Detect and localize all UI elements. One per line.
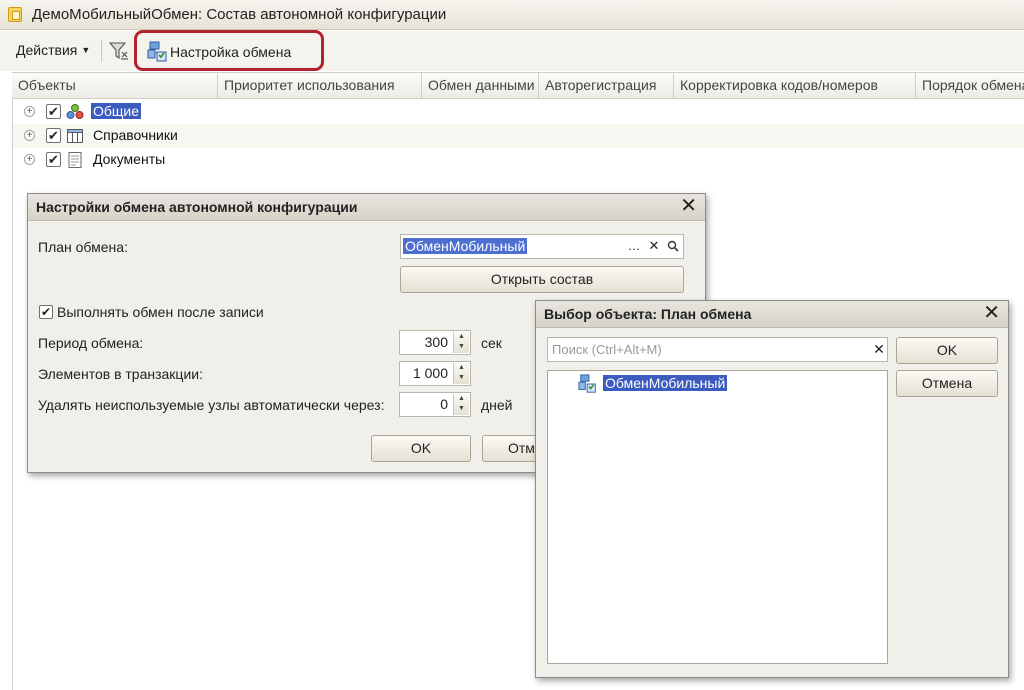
search-placeholder: Поиск (Ctrl+Alt+M) xyxy=(552,342,662,357)
common-objects-icon xyxy=(66,104,84,119)
delete-unused-nodes-value: 0 xyxy=(440,396,448,412)
exchange-period-value: 300 xyxy=(424,334,448,350)
exchange-after-write-checkbox[interactable]: ✔ xyxy=(39,305,53,319)
stepper-arrows-icon[interactable]: ▲ ▼ xyxy=(453,363,469,384)
dropdown-arrow-icon: ▼ xyxy=(81,45,91,55)
clear-search-icon[interactable]: ✕ xyxy=(870,338,888,361)
exchange-period-unit: сек xyxy=(481,335,502,351)
expand-icon[interactable]: + xyxy=(24,130,35,141)
grid-header: Объекты Приоритет использования Обмен да… xyxy=(12,72,1024,99)
settings-ok-button[interactable]: OK xyxy=(371,435,471,462)
delete-unused-nodes-stepper[interactable]: 0 ▲ ▼ xyxy=(399,392,471,417)
column-header-data-exchange[interactable]: Обмен данными xyxy=(422,73,539,98)
elements-in-transaction-stepper[interactable]: 1 000 ▲ ▼ xyxy=(399,361,471,386)
delete-unused-nodes-unit: дней xyxy=(481,397,513,413)
dialog-title: Выбор объекта: План обмена xyxy=(544,306,752,322)
exchange-plan-field[interactable]: ОбменМобильный … ✕ xyxy=(400,234,684,259)
filter-icon[interactable] xyxy=(108,39,130,63)
stepper-arrows-icon[interactable]: ▲ ▼ xyxy=(453,394,469,415)
exchange-plan-icon xyxy=(578,374,596,393)
close-icon[interactable]: ✕ xyxy=(983,303,1000,323)
dialog-title-bar: Выбор объекта: План обмена ✕ xyxy=(536,301,1008,328)
tree-row-common[interactable]: + ✔ Общие xyxy=(13,100,1024,124)
catalog-icon xyxy=(67,129,83,143)
search-input[interactable]: Поиск (Ctrl+Alt+M) ✕ xyxy=(547,337,888,362)
select-ok-button[interactable]: OK xyxy=(896,337,998,364)
elements-in-transaction-value: 1 000 xyxy=(412,365,448,381)
open-composition-button[interactable]: Открыть состав xyxy=(400,266,684,293)
document-icon xyxy=(68,152,82,168)
column-header-code-correction[interactable]: Корректировка кодов/номеров xyxy=(674,73,916,98)
tree-row-catalogs[interactable]: + ✔ Справочники xyxy=(13,124,1024,148)
column-header-autoregistration[interactable]: Авторегистрация xyxy=(539,73,674,98)
row-checkbox[interactable]: ✔ xyxy=(46,104,61,119)
column-header-exchange-order[interactable]: Порядок обмена xyxy=(916,73,1024,98)
delete-unused-nodes-label: Удалять неиспользуемые узлы автоматическ… xyxy=(38,397,385,413)
exchange-period-label: Период обмена: xyxy=(38,335,144,351)
exchange-period-stepper[interactable]: 300 ▲ ▼ xyxy=(399,330,471,355)
search-icon[interactable] xyxy=(664,235,682,258)
object-list[interactable]: ОбменМобильный xyxy=(547,370,888,664)
exchange-after-write-label: Выполнять обмен после записи xyxy=(57,304,264,320)
app-window-icon xyxy=(8,7,22,22)
elements-in-transaction-label: Элементов в транзакции: xyxy=(38,366,203,382)
expand-icon[interactable]: + xyxy=(24,106,35,117)
exchange-settings-label: Настройка обмена xyxy=(170,44,292,60)
dialog-title-bar: Настройки обмена автономной конфигурации… xyxy=(28,194,705,221)
column-header-priority[interactable]: Приоритет использования xyxy=(218,73,422,98)
toolbar: Действия ▼ Настройка обмена xyxy=(0,30,1024,71)
object-selection-dialog: Выбор объекта: План обмена ✕ Поиск (Ctrl… xyxy=(535,300,1009,678)
column-header-objects[interactable]: Объекты xyxy=(12,73,218,98)
row-checkbox[interactable]: ✔ xyxy=(46,128,61,143)
tree-row-label: Документы xyxy=(93,151,166,167)
select-cancel-button[interactable]: Отмена xyxy=(896,370,998,397)
exchange-plan-label: План обмена: xyxy=(38,239,128,255)
actions-menu-button[interactable]: Действия ▼ xyxy=(16,42,90,58)
tree-row-documents[interactable]: + ✔ Документы xyxy=(13,148,1024,172)
list-item-label: ОбменМобильный xyxy=(603,375,728,391)
title-bar: ДемоМобильныйОбмен: Состав автономной ко… xyxy=(0,0,1024,30)
toolbar-separator xyxy=(101,40,102,62)
tree-row-label: Справочники xyxy=(93,127,178,143)
close-icon[interactable]: ✕ xyxy=(680,196,697,216)
clear-icon[interactable]: ✕ xyxy=(645,235,663,258)
stepper-arrows-icon[interactable]: ▲ ▼ xyxy=(453,332,469,353)
choose-icon[interactable]: … xyxy=(625,235,643,258)
expand-icon[interactable]: + xyxy=(24,154,35,165)
row-checkbox[interactable]: ✔ xyxy=(46,152,61,167)
exchange-settings-button[interactable]: Настройка обмена xyxy=(134,30,324,71)
exchange-settings-icon xyxy=(147,41,167,62)
window-title: ДемоМобильныйОбмен: Состав автономной ко… xyxy=(32,6,447,23)
tree-row-label: Общие xyxy=(91,103,142,119)
dialog-title: Настройки обмена автономной конфигурации xyxy=(36,199,358,215)
list-item[interactable]: ОбменМобильный xyxy=(578,373,878,395)
exchange-plan-value: ОбменМобильный xyxy=(403,238,528,254)
actions-label: Действия xyxy=(16,42,78,58)
